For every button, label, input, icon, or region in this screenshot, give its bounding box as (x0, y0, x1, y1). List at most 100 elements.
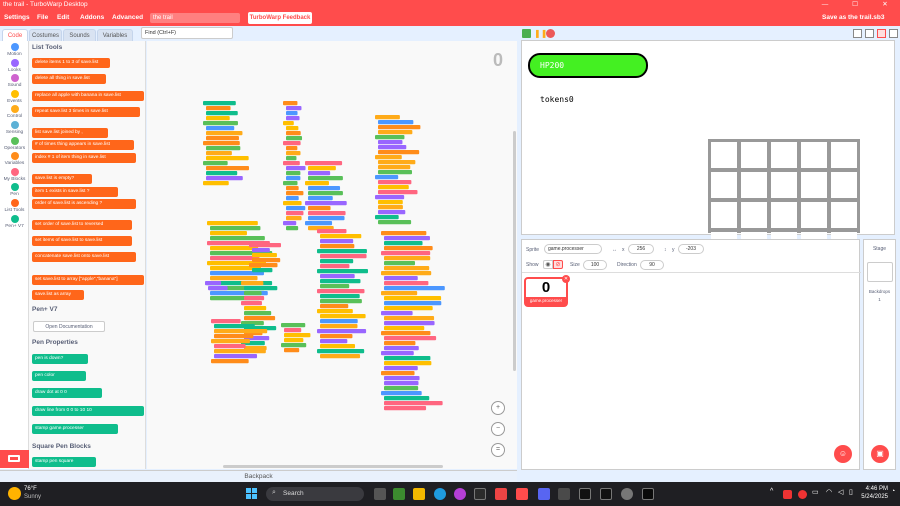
script-block[interactable] (206, 171, 238, 176)
size-input[interactable]: 100 (583, 260, 607, 270)
script-block[interactable] (244, 311, 272, 316)
script-block[interactable] (375, 155, 402, 160)
script-block[interactable] (384, 386, 419, 391)
script-block[interactable] (241, 301, 262, 306)
weather-desc[interactable]: Sunny (24, 494, 41, 500)
small-stage-icon[interactable] (853, 29, 862, 38)
palette-block-list-8[interactable]: item 1 exists in save.list ? (32, 187, 118, 197)
script-block[interactable] (320, 264, 350, 269)
script-block[interactable] (286, 146, 298, 151)
script-block[interactable] (286, 216, 302, 221)
script-block[interactable] (378, 165, 411, 170)
script-block[interactable] (375, 215, 399, 220)
script-block[interactable] (206, 126, 235, 131)
script-block[interactable] (375, 195, 405, 200)
menu-file[interactable]: File (37, 10, 48, 26)
palette-block-list-9[interactable]: order of save.list is ascending ? (32, 199, 136, 209)
script-block[interactable] (320, 259, 354, 264)
turbowarp-icon[interactable] (516, 488, 528, 500)
code-scripts[interactable] (147, 41, 517, 469)
script-block[interactable] (206, 116, 230, 121)
palette-block-list-13[interactable]: set save.list to array ["apple","banana"… (32, 275, 144, 285)
script-block[interactable] (320, 254, 367, 259)
script-block[interactable] (305, 161, 343, 166)
stage-mode-icon[interactable] (877, 29, 886, 38)
script-block[interactable] (378, 200, 403, 205)
script-block[interactable] (214, 329, 268, 334)
script-block[interactable] (210, 226, 261, 231)
chevron-up-icon[interactable]: ^ (770, 488, 773, 495)
script-block[interactable] (214, 324, 255, 329)
script-block[interactable] (249, 243, 282, 248)
script-block[interactable] (308, 166, 336, 171)
terminal-icon[interactable] (642, 488, 654, 500)
battery-icon[interactable]: ▯ (849, 488, 853, 496)
minecraft-icon[interactable] (393, 488, 405, 500)
open-documentation-button[interactable]: Open Documentation (33, 321, 105, 332)
script-block[interactable] (286, 186, 299, 191)
script-block[interactable] (384, 261, 416, 266)
script-block[interactable] (384, 401, 443, 406)
script-block[interactable] (308, 206, 331, 211)
vertical-scrollbar[interactable] (513, 131, 516, 371)
palette-block-list-3[interactable]: repeat save.list 3 times in save.list (32, 107, 140, 117)
script-block[interactable] (320, 274, 355, 279)
volume-icon[interactable]: ◁ (838, 488, 843, 496)
script-block[interactable] (211, 339, 250, 344)
script-block[interactable] (210, 231, 247, 236)
file-explorer-icon[interactable] (413, 488, 425, 500)
script-block[interactable] (283, 221, 297, 226)
script-block[interactable] (384, 361, 432, 366)
script-block[interactable] (381, 351, 414, 356)
script-block[interactable] (378, 205, 403, 210)
script-block[interactable] (308, 196, 333, 201)
direction-input[interactable]: 90 (640, 260, 664, 270)
script-block[interactable] (384, 336, 437, 341)
script-block[interactable] (286, 126, 299, 131)
script-block[interactable] (384, 366, 418, 371)
script-block[interactable] (320, 339, 348, 344)
add-backdrop-icon[interactable]: ▣ (871, 445, 889, 463)
taskbar-search-box[interactable]: ⌕ Search (266, 487, 364, 501)
script-block[interactable] (381, 391, 422, 396)
script-block[interactable] (281, 323, 306, 328)
script-block[interactable] (381, 371, 415, 376)
script-block[interactable] (244, 306, 267, 311)
script-block[interactable] (317, 349, 365, 354)
palette-block-pen-0[interactable]: pen is down? (32, 354, 88, 364)
script-block[interactable] (378, 120, 414, 125)
script-block[interactable] (206, 151, 232, 156)
script-block[interactable] (210, 236, 265, 241)
script-block[interactable] (286, 166, 306, 171)
category-list-tools[interactable]: List Tools (0, 199, 29, 213)
script-block[interactable] (283, 141, 301, 146)
script-block[interactable] (384, 236, 430, 241)
task-view-icon[interactable] (374, 488, 386, 500)
script-block[interactable] (206, 106, 231, 111)
script-block[interactable] (286, 196, 299, 201)
category-pen-v7[interactable]: Pen+ V7 (0, 214, 29, 229)
script-block[interactable] (214, 334, 254, 339)
green-flag-icon[interactable] (522, 29, 531, 38)
palette-block-list-2[interactable]: replace all apple with banana in save.li… (32, 91, 144, 101)
script-block[interactable] (286, 226, 299, 231)
script-block[interactable] (381, 311, 413, 316)
script-block[interactable] (252, 258, 281, 263)
script-block[interactable] (378, 125, 421, 130)
script-block[interactable] (384, 406, 427, 411)
script-block[interactable] (317, 269, 369, 274)
script-block[interactable] (320, 294, 360, 299)
script-block[interactable] (206, 176, 243, 181)
script-block[interactable] (211, 359, 249, 364)
script-block[interactable] (384, 381, 419, 386)
script-block[interactable] (381, 251, 431, 256)
category-pen[interactable]: Pen (0, 183, 29, 197)
script-block[interactable] (206, 146, 241, 151)
script-block[interactable] (283, 201, 302, 206)
script-block[interactable] (378, 180, 412, 185)
script-block[interactable] (384, 321, 435, 326)
palette-block-list-11[interactable]: set items of save.list to save.list (32, 236, 132, 246)
script-block[interactable] (384, 281, 429, 286)
script-block[interactable] (286, 136, 303, 141)
script-block[interactable] (384, 301, 442, 306)
